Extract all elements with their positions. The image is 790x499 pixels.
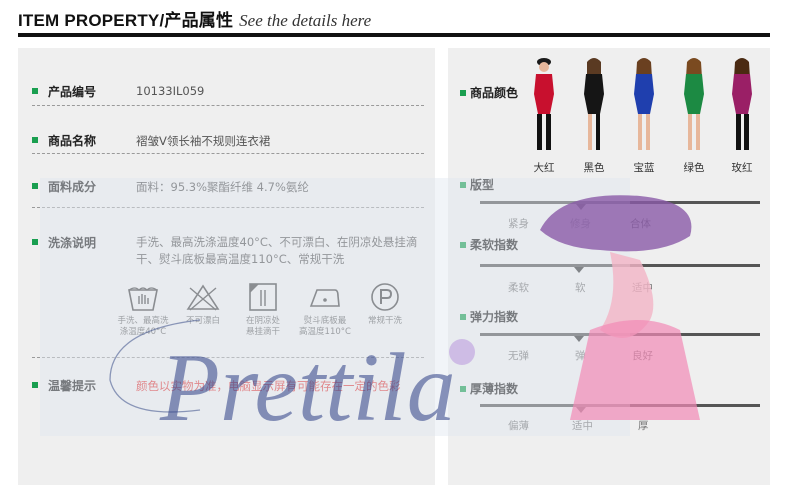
scale-option: 良好 bbox=[632, 350, 653, 362]
color-models: 大红 黑色 宝蓝 绿色 玫红 bbox=[524, 54, 764, 174]
scale-track bbox=[480, 333, 760, 336]
care-text: 在阴凉处 bbox=[245, 316, 280, 326]
care-icons: 手洗、最高洗 涤温度40°C 不可漂白 在阴凉处 悬挂滴干 熨斗底板最 高温度1… bbox=[110, 282, 430, 342]
care-item: 常规干洗 bbox=[352, 282, 418, 327]
bullet-icon bbox=[32, 239, 38, 245]
scale-option: 紧身 bbox=[508, 218, 529, 230]
scale-option: 柔软 bbox=[508, 282, 529, 294]
section-subtitle: See the details here bbox=[239, 11, 372, 30]
scale-option: 软 bbox=[575, 282, 586, 294]
scale-elasticity: 弹力指数 无弹 弹 良好 bbox=[460, 308, 760, 370]
scale-softness: 柔软指数 柔软 软 适中 bbox=[460, 236, 760, 298]
bullet-icon bbox=[32, 183, 38, 189]
scale-track bbox=[480, 404, 760, 407]
color-name: 黑色 bbox=[583, 162, 605, 174]
property-value: 褶皱V领长袖不规则连衣裙 bbox=[136, 134, 271, 148]
property-label: 面料成分 bbox=[48, 180, 97, 194]
scale-track bbox=[480, 201, 760, 204]
no-bleach-icon bbox=[186, 284, 220, 311]
scale-option: 修身 bbox=[570, 218, 591, 230]
color-option-blue[interactable]: 宝蓝 bbox=[624, 54, 664, 174]
scale-option: 弹 bbox=[575, 350, 586, 362]
care-item: 不可漂白 bbox=[170, 282, 236, 327]
color-name: 宝蓝 bbox=[633, 162, 655, 174]
color-option-black[interactable]: 黑色 bbox=[574, 54, 614, 174]
color-name: 大红 bbox=[533, 162, 555, 174]
property-label: 商品名称 bbox=[48, 134, 97, 148]
scale-option: 适中 bbox=[572, 420, 593, 432]
property-value: 颜色以实物为准，电脑显示屏有可能存在一定的色彩 bbox=[136, 379, 401, 393]
model-rose-image bbox=[732, 58, 752, 150]
property-value: 面料：95.3%聚酯纤维 4.7%氨纶 bbox=[136, 180, 309, 194]
scale-label-title: 版型 bbox=[470, 178, 495, 192]
scale-pointer bbox=[576, 204, 586, 210]
iron-110-icon bbox=[309, 289, 340, 307]
model-red-image bbox=[534, 58, 554, 150]
shade-dry-icon bbox=[249, 283, 277, 311]
bullet-icon bbox=[460, 182, 466, 188]
scale-option: 适中 bbox=[632, 282, 653, 294]
care-item: 在阴凉处 悬挂滴干 bbox=[230, 282, 296, 338]
bullet-icon bbox=[460, 314, 466, 320]
property-panel: 产品编号 10133IL059 商品名称 褶皱V领长袖不规则连衣裙 面料成分 面… bbox=[18, 48, 435, 485]
scale-option: 厚 bbox=[638, 420, 649, 432]
bullet-icon bbox=[32, 137, 38, 143]
scale-option: 偏薄 bbox=[508, 420, 529, 432]
property-label: 温馨提示 bbox=[48, 379, 97, 393]
scale-label-title: 厚薄指数 bbox=[470, 382, 519, 396]
bullet-icon bbox=[32, 382, 38, 388]
care-item: 手洗、最高洗 涤温度40°C bbox=[110, 282, 176, 338]
handwash-40-icon bbox=[128, 287, 158, 311]
care-item: 熨斗底板最 高温度110°C bbox=[292, 282, 358, 338]
property-label: 洗涤说明 bbox=[48, 236, 97, 250]
scale-track bbox=[480, 264, 760, 267]
color-option-green[interactable]: 绿色 bbox=[674, 54, 714, 174]
header-divider bbox=[18, 33, 770, 37]
property-value: 10133IL059 bbox=[136, 84, 205, 98]
color-label: 商品颜色 bbox=[470, 86, 519, 100]
bullet-icon bbox=[32, 88, 38, 94]
scale-option: 无弹 bbox=[508, 350, 529, 362]
scale-label-title: 柔软指数 bbox=[470, 238, 519, 252]
dry-clean-p-icon bbox=[371, 283, 399, 311]
model-blue-image bbox=[634, 58, 654, 150]
scale-pointer bbox=[576, 407, 586, 413]
scale-fit: 版型 紧身 修身 合体 bbox=[460, 176, 760, 238]
scale-thickness: 厚薄指数 偏薄 适中 厚 bbox=[460, 380, 760, 442]
care-text: 高温度110°C bbox=[299, 327, 351, 337]
color-option-red[interactable]: 大红 bbox=[524, 54, 564, 174]
property-value: 手洗、最高洗涤温度40°C、不可漂白、在阴凉处悬挂滴干、熨斗底板最高温度110°… bbox=[136, 235, 418, 266]
care-text: 熨斗底板最 bbox=[303, 316, 347, 326]
bullet-icon bbox=[460, 242, 466, 248]
scale-pointer bbox=[574, 336, 584, 342]
section-title: ITEM PROPERTY/产品属性 bbox=[18, 11, 234, 30]
property-row-name: 商品名称 褶皱V领长袖不规则连衣裙 bbox=[32, 106, 424, 154]
color-option-rose[interactable]: 玫红 bbox=[722, 54, 762, 174]
attribute-panel: 商品颜色 大红 黑色 宝蓝 绿色 玫红 版型 紧身 修身 合体 柔软指数 柔软 … bbox=[448, 48, 770, 485]
care-text: 悬挂滴干 bbox=[245, 327, 280, 337]
care-text: 不可漂白 bbox=[185, 316, 220, 326]
scale-label-title: 弹力指数 bbox=[470, 310, 519, 324]
model-black-image bbox=[584, 58, 604, 150]
color-name: 玫红 bbox=[731, 162, 753, 174]
bullet-icon bbox=[460, 386, 466, 392]
section-header: ITEM PROPERTY/产品属性 See the details here bbox=[18, 6, 371, 32]
care-text: 手洗、最高洗 bbox=[117, 316, 169, 326]
property-row-code: 产品编号 10133IL059 bbox=[32, 70, 424, 106]
care-text: 涤温度40°C bbox=[119, 327, 167, 337]
color-name: 绿色 bbox=[683, 162, 705, 174]
care-text: 常规干洗 bbox=[367, 316, 402, 326]
bullet-icon bbox=[460, 90, 466, 96]
scale-option: 合体 bbox=[630, 218, 651, 230]
scale-pointer bbox=[574, 267, 584, 273]
property-row-notice: 温馨提示 颜色以实物为准，电脑显示屏有可能存在一定的色彩 bbox=[32, 358, 424, 414]
property-label: 产品编号 bbox=[48, 85, 97, 99]
model-green-image bbox=[684, 58, 704, 150]
property-row-fabric: 面料成分 面料：95.3%聚酯纤维 4.7%氨纶 bbox=[32, 154, 424, 208]
